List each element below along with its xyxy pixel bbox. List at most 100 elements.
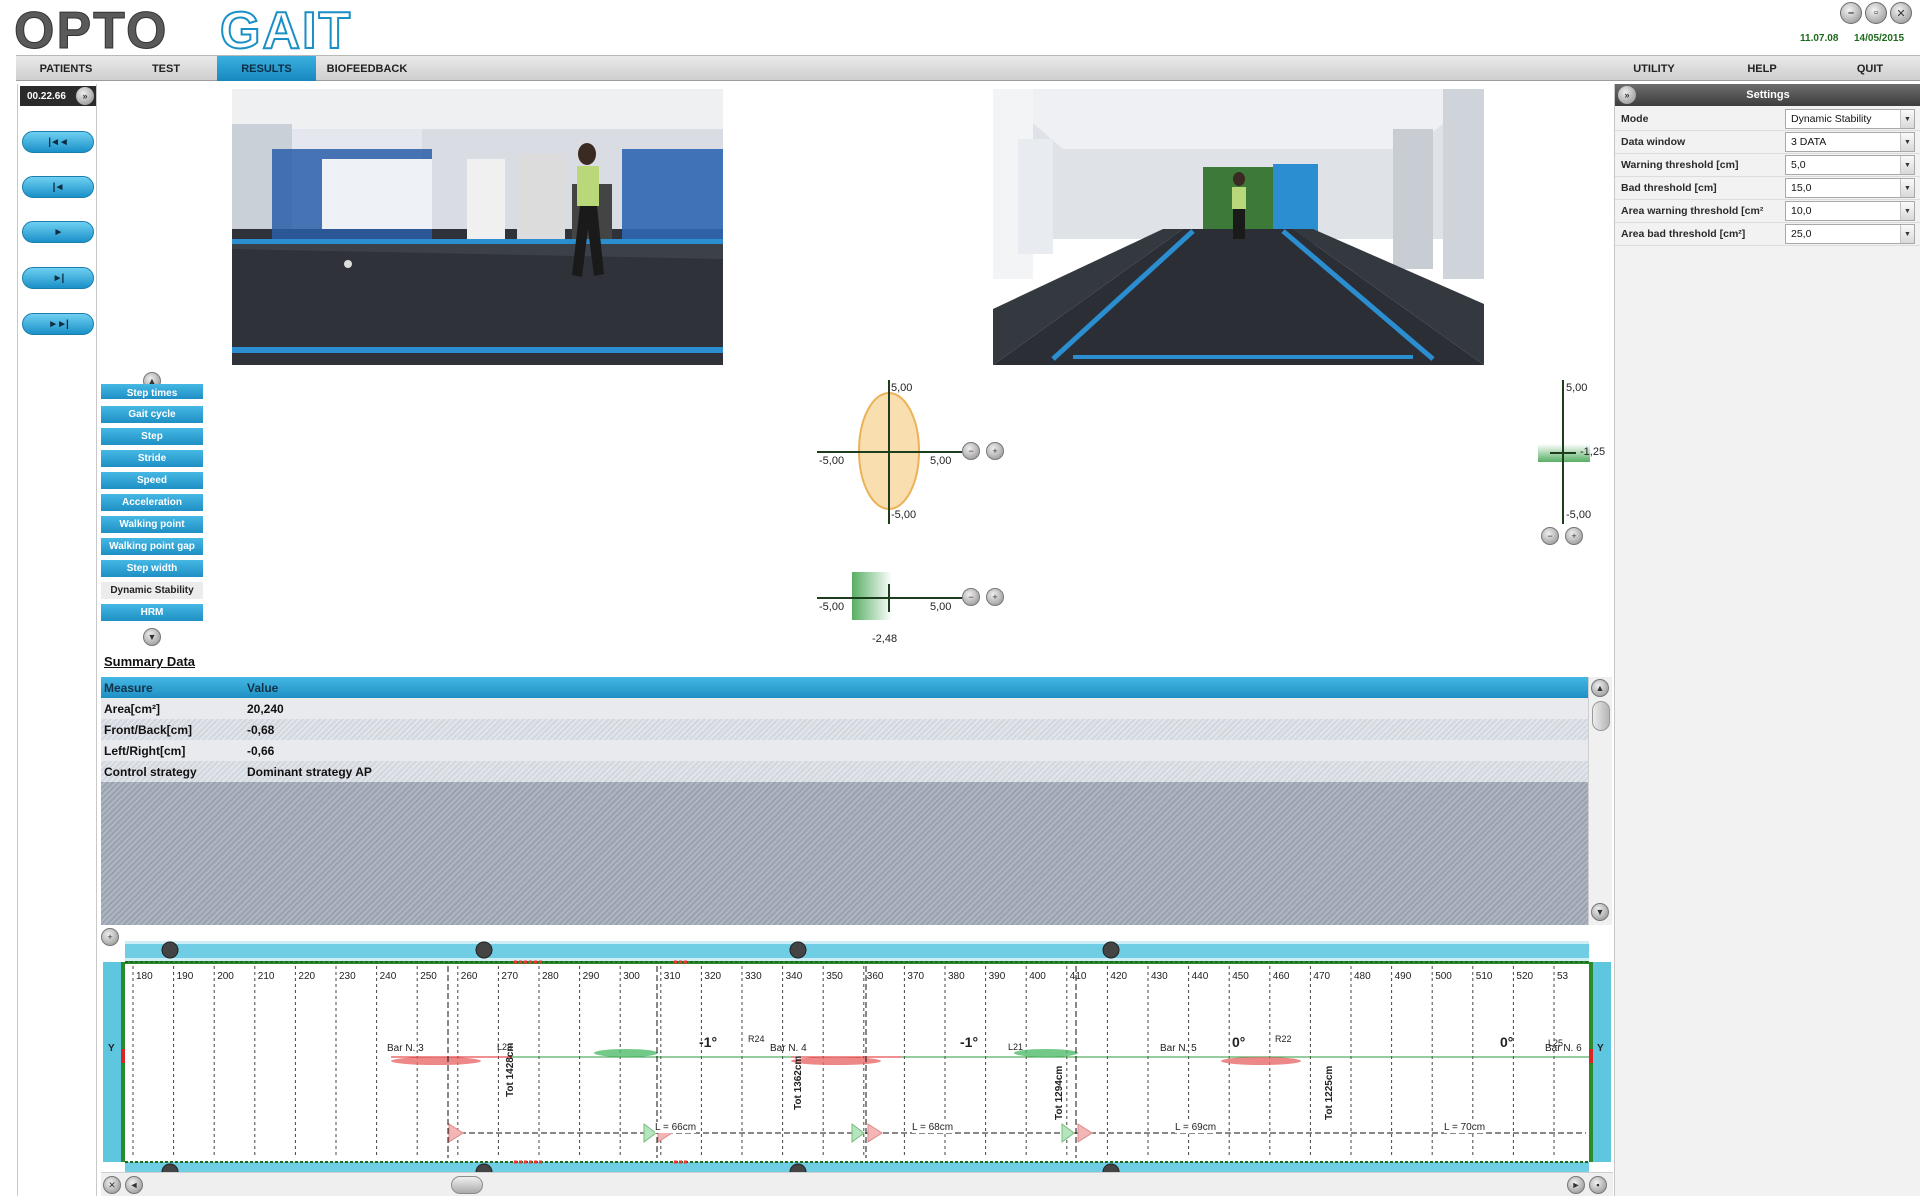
track-lock-icon[interactable]: ▪ (1589, 1176, 1607, 1194)
menu-results[interactable]: RESULTS (217, 56, 316, 81)
summary-table: Measure Value Area[cm²] 20,240 Front/Bac… (101, 677, 1588, 925)
data-window-select[interactable]: 3 DATA ▼ (1785, 132, 1915, 152)
tick-label: 370 (907, 971, 924, 982)
svg-text:GAIT: GAIT (220, 4, 352, 54)
tick-label: 330 (745, 971, 762, 982)
ellipse-zoom-out-icon[interactable]: − (962, 442, 980, 460)
video-front-view[interactable] (993, 89, 1484, 365)
lr-zoom-in-icon[interactable]: + (986, 588, 1004, 606)
header-measure: Measure (104, 681, 153, 695)
menu-utility[interactable]: UTILITY (1604, 56, 1704, 81)
lr-left-label: -5,00 (819, 601, 845, 613)
settings-panel: » Settings Mode Dynamic Stability ▼ Data … (1614, 84, 1920, 1196)
collapse-icon[interactable]: » (1618, 86, 1636, 104)
side-label-left: Y (108, 1043, 115, 1054)
tick-label: 350 (826, 971, 843, 982)
table-row[interactable]: Area[cm²] 20,240 (101, 698, 1588, 719)
summary-scrollbar[interactable]: ▲ ▼ (1588, 677, 1612, 925)
dropdown-arrow-icon[interactable]: ▼ (1900, 179, 1914, 197)
video-side-view[interactable] (232, 89, 723, 365)
header-value: Value (247, 681, 279, 695)
ellipse-left-label: -5,00 (819, 455, 845, 467)
footprint-label: L25 (1548, 1038, 1564, 1048)
minimize-icon[interactable]: – (1840, 2, 1862, 24)
mode-select[interactable]: Dynamic Stability ▼ (1785, 109, 1915, 129)
measure-walking-point-gap[interactable]: Walking point gap (101, 538, 203, 556)
track-add-icon[interactable]: + (101, 928, 119, 946)
scroll-thumb[interactable] (1592, 701, 1610, 731)
measure-walking-point[interactable]: Walking point (101, 516, 203, 534)
last-frame-button[interactable]: ►►| (22, 313, 94, 335)
maximize-icon[interactable]: ▫ (1865, 2, 1887, 24)
track-scroll-right-icon[interactable]: ► (1567, 1176, 1585, 1194)
dropdown-arrow-icon[interactable]: ▼ (1900, 133, 1914, 151)
total-label: Tot 1362cm (793, 1055, 804, 1110)
dropdown-arrow-icon[interactable]: ▼ (1900, 156, 1914, 174)
measure-dynamic-stability[interactable]: Dynamic Stability (101, 582, 203, 600)
area-warning-threshold-select[interactable]: 10,0 ▼ (1785, 201, 1915, 221)
fb-zoom-out-icon[interactable]: − (1541, 527, 1559, 545)
table-row[interactable]: Control strategy Dominant strategy AP (101, 761, 1588, 782)
menu-test[interactable]: TEST (116, 56, 216, 81)
menu-help[interactable]: HELP (1712, 56, 1812, 81)
menu-patients[interactable]: PATIENTS (16, 56, 116, 81)
tick-label: 410 (1070, 971, 1087, 982)
setting-label: Data window (1621, 136, 1686, 148)
fb-value-label: -1,25 (1580, 446, 1606, 458)
ellipse-bottom-label: -5,00 (891, 509, 917, 521)
tick-label: 320 (704, 971, 721, 982)
tick-label: 510 (1476, 971, 1493, 982)
settings-header: » Settings (1615, 84, 1920, 106)
tick-label: 53 (1557, 971, 1569, 982)
fb-zoom-in-icon[interactable]: + (1565, 527, 1583, 545)
scroll-up-icon[interactable]: ▲ (1591, 679, 1609, 697)
dropdown-arrow-icon[interactable]: ▼ (1900, 202, 1914, 220)
setting-label: Area bad threshold [cm²] (1621, 228, 1746, 240)
next-frame-button[interactable]: ►| (22, 267, 94, 289)
measure-step[interactable]: Step (101, 428, 203, 446)
menu-quit[interactable]: QUIT (1820, 56, 1920, 81)
tick-label: 250 (420, 971, 437, 982)
previous-frame-button[interactable]: |◄ (22, 176, 94, 198)
lr-zoom-out-icon[interactable]: − (962, 588, 980, 606)
player-column (17, 84, 97, 1196)
track-scrollbar[interactable]: ✕ ◄ ► ▪ (101, 1172, 1613, 1196)
dropdown-arrow-icon[interactable]: ▼ (1900, 225, 1914, 243)
table-row[interactable]: Front/Back[cm] -0,68 (101, 719, 1588, 740)
area-bad-threshold-select[interactable]: 25,0 ▼ (1785, 224, 1915, 244)
menu-biofeedback[interactable]: BIOFEEDBACK (316, 56, 418, 81)
optogait-track[interactable]: 180 190 200 210 220 230 240 250 260 270 280 290 300 3… (101, 925, 1613, 1197)
measure-step-times[interactable]: Step times (101, 384, 203, 400)
measure-hrm[interactable]: HRM (101, 604, 203, 622)
track-scroll-left-icon[interactable]: ◄ (125, 1176, 143, 1194)
length-label: L = 70cm (1444, 1122, 1486, 1133)
tick-label: 260 (461, 971, 478, 982)
measure-stride[interactable]: Stride (101, 450, 203, 468)
dropdown-arrow-icon[interactable]: ▼ (1900, 110, 1914, 128)
measure-gait-cycle[interactable]: Gait cycle (101, 406, 203, 424)
measures-down-icon[interactable]: ▼ (143, 628, 161, 646)
setting-bad-threshold: Bad threshold [cm] 15,0 ▼ (1615, 177, 1920, 200)
track-scroll-thumb[interactable] (451, 1176, 483, 1194)
expand-icon[interactable]: » (76, 87, 94, 105)
tick-label: 440 (1192, 971, 1209, 982)
tick-label: 390 (989, 971, 1006, 982)
first-frame-button[interactable]: |◄◄ (22, 131, 94, 153)
warning-threshold-select[interactable]: 5,0 ▼ (1785, 155, 1915, 175)
bad-threshold-select[interactable]: 15,0 ▼ (1785, 178, 1915, 198)
scroll-down-icon[interactable]: ▼ (1591, 903, 1609, 921)
angle-label: 0° (1500, 1034, 1514, 1050)
measure-speed[interactable]: Speed (101, 472, 203, 490)
play-button[interactable]: ► (22, 221, 94, 243)
tick-label: 290 (583, 971, 600, 982)
measure-step-width[interactable]: Step width (101, 560, 203, 578)
close-icon[interactable]: ✕ (1890, 2, 1912, 24)
table-row[interactable]: Left/Right[cm] -0,66 (101, 740, 1588, 761)
tick-label: 300 (623, 971, 640, 982)
bar-label: Bar N. 4 (770, 1043, 807, 1054)
measure-acceleration[interactable]: Acceleration (101, 494, 203, 512)
footprint-label: L21 (1008, 1042, 1024, 1052)
tick-label: 490 (1395, 971, 1412, 982)
ellipse-zoom-in-icon[interactable]: + (986, 442, 1004, 460)
track-zoom-icon[interactable]: ✕ (103, 1176, 121, 1194)
